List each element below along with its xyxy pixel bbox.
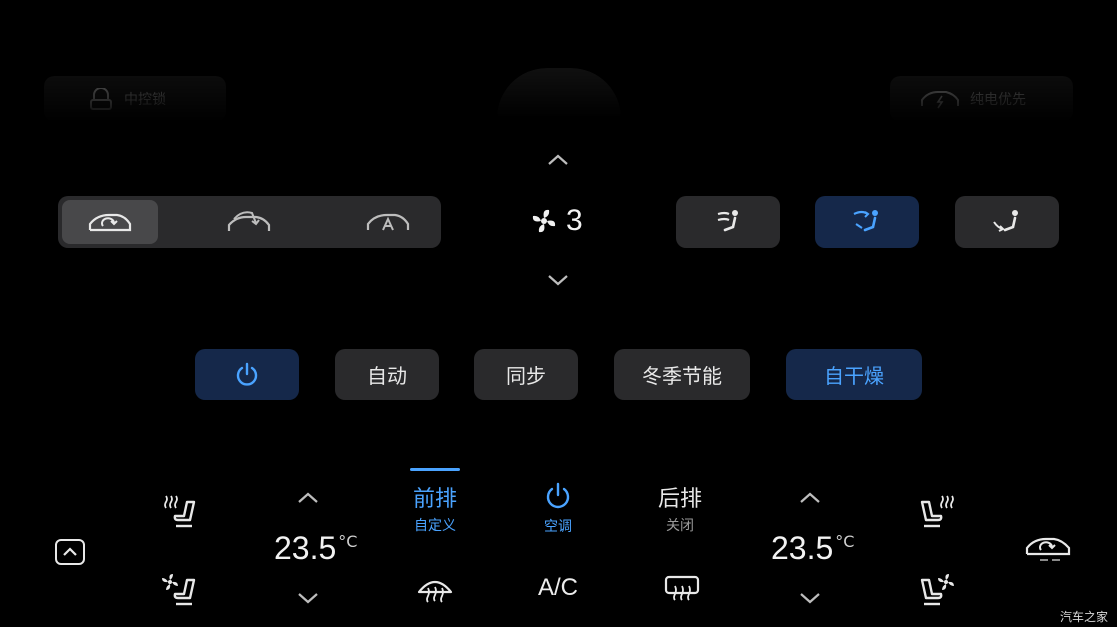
rear-defrost-button[interactable] — [663, 574, 701, 604]
outer-circulation-button[interactable] — [201, 200, 297, 244]
right-temp-down-button[interactable] — [798, 590, 822, 606]
fan-level-value: 3 — [566, 204, 583, 237]
airflow-feet-icon — [992, 208, 1022, 236]
watermark: 汽车之家 — [1060, 610, 1109, 624]
auto-button[interactable]: 自动 — [335, 349, 439, 400]
airflow-feet-button[interactable] — [955, 196, 1059, 248]
rear-zone-title: 后排 — [657, 487, 702, 512]
inner-circulation-button[interactable] — [62, 200, 158, 244]
center-knob-ghost — [497, 68, 621, 118]
sync-button[interactable]: 同步 — [474, 349, 578, 400]
central-lock-label: 中控锁 — [124, 92, 166, 108]
fan-down-button[interactable] — [546, 272, 570, 288]
outer-circulation-icon — [226, 209, 272, 235]
rear-defrost-icon — [663, 574, 701, 604]
left-temp-display: 23.5 °C — [274, 530, 357, 567]
right-temp-unit: °C — [835, 532, 855, 551]
fan-icon — [530, 207, 558, 235]
left-temp-unit: °C — [338, 532, 358, 551]
self-dry-button[interactable]: 自干燥 — [786, 349, 922, 400]
left-temp-up-button[interactable] — [296, 490, 320, 506]
seat-vent-icon — [916, 572, 956, 608]
ac-button[interactable]: A/C — [538, 574, 578, 602]
front-zone-sub: 自定义 — [414, 518, 456, 534]
front-defrost-icon — [416, 574, 454, 604]
left-temp-value: 23.5 — [274, 530, 337, 566]
right-seat-heat-button[interactable] — [916, 492, 956, 530]
ac-power-icon — [544, 482, 572, 510]
central-lock-tile[interactable]: 中控锁 — [44, 76, 226, 122]
seat-vent-icon — [160, 572, 200, 608]
airflow-face-icon — [713, 208, 743, 236]
auto-circulation-button[interactable] — [340, 200, 436, 244]
front-tab-indicator — [410, 468, 460, 471]
inner-circulation-icon — [87, 210, 133, 234]
auto-circulation-icon — [365, 210, 411, 234]
right-temp-value: 23.5 — [771, 530, 834, 566]
front-zone-tab[interactable]: 前排 自定义 — [405, 468, 465, 535]
airflow-face-feet-icon — [852, 208, 882, 236]
right-seat-vent-button[interactable] — [916, 572, 956, 608]
ac-power-toggle[interactable]: 空调 — [530, 482, 586, 536]
recirculation-selector — [58, 196, 441, 248]
rear-zone-tab[interactable]: 后排 关闭 — [650, 481, 710, 535]
right-temp-up-button[interactable] — [798, 490, 822, 506]
left-seat-vent-button[interactable] — [160, 572, 200, 608]
lock-icon — [88, 88, 114, 110]
ev-priority-label: 纯电优先 — [970, 92, 1026, 108]
right-temp-display: 23.5 °C — [771, 530, 854, 567]
seat-heat-icon — [160, 492, 200, 530]
fan-up-button[interactable] — [546, 152, 570, 168]
front-defrost-button[interactable] — [416, 574, 454, 604]
ev-car-icon — [920, 88, 960, 110]
climate-power-button[interactable] — [195, 349, 299, 400]
recirculation-shortcut-button[interactable] — [1024, 534, 1072, 564]
winter-eco-button[interactable]: 冬季节能 — [614, 349, 750, 400]
expand-button[interactable] — [54, 538, 86, 566]
left-temp-down-button[interactable] — [296, 590, 320, 606]
fan-level-display: 3 — [530, 204, 583, 238]
power-icon — [234, 362, 260, 388]
rear-zone-sub: 关闭 — [666, 518, 694, 534]
inner-circulation-icon — [1024, 534, 1072, 564]
left-seat-heat-button[interactable] — [160, 492, 200, 530]
ev-priority-tile[interactable]: 纯电优先 — [890, 76, 1073, 122]
airflow-face-button[interactable] — [676, 196, 780, 248]
ac-power-label: 空调 — [544, 519, 572, 535]
front-zone-title: 前排 — [412, 487, 457, 512]
airflow-face-feet-button[interactable] — [815, 196, 919, 248]
seat-heat-icon — [916, 492, 956, 530]
